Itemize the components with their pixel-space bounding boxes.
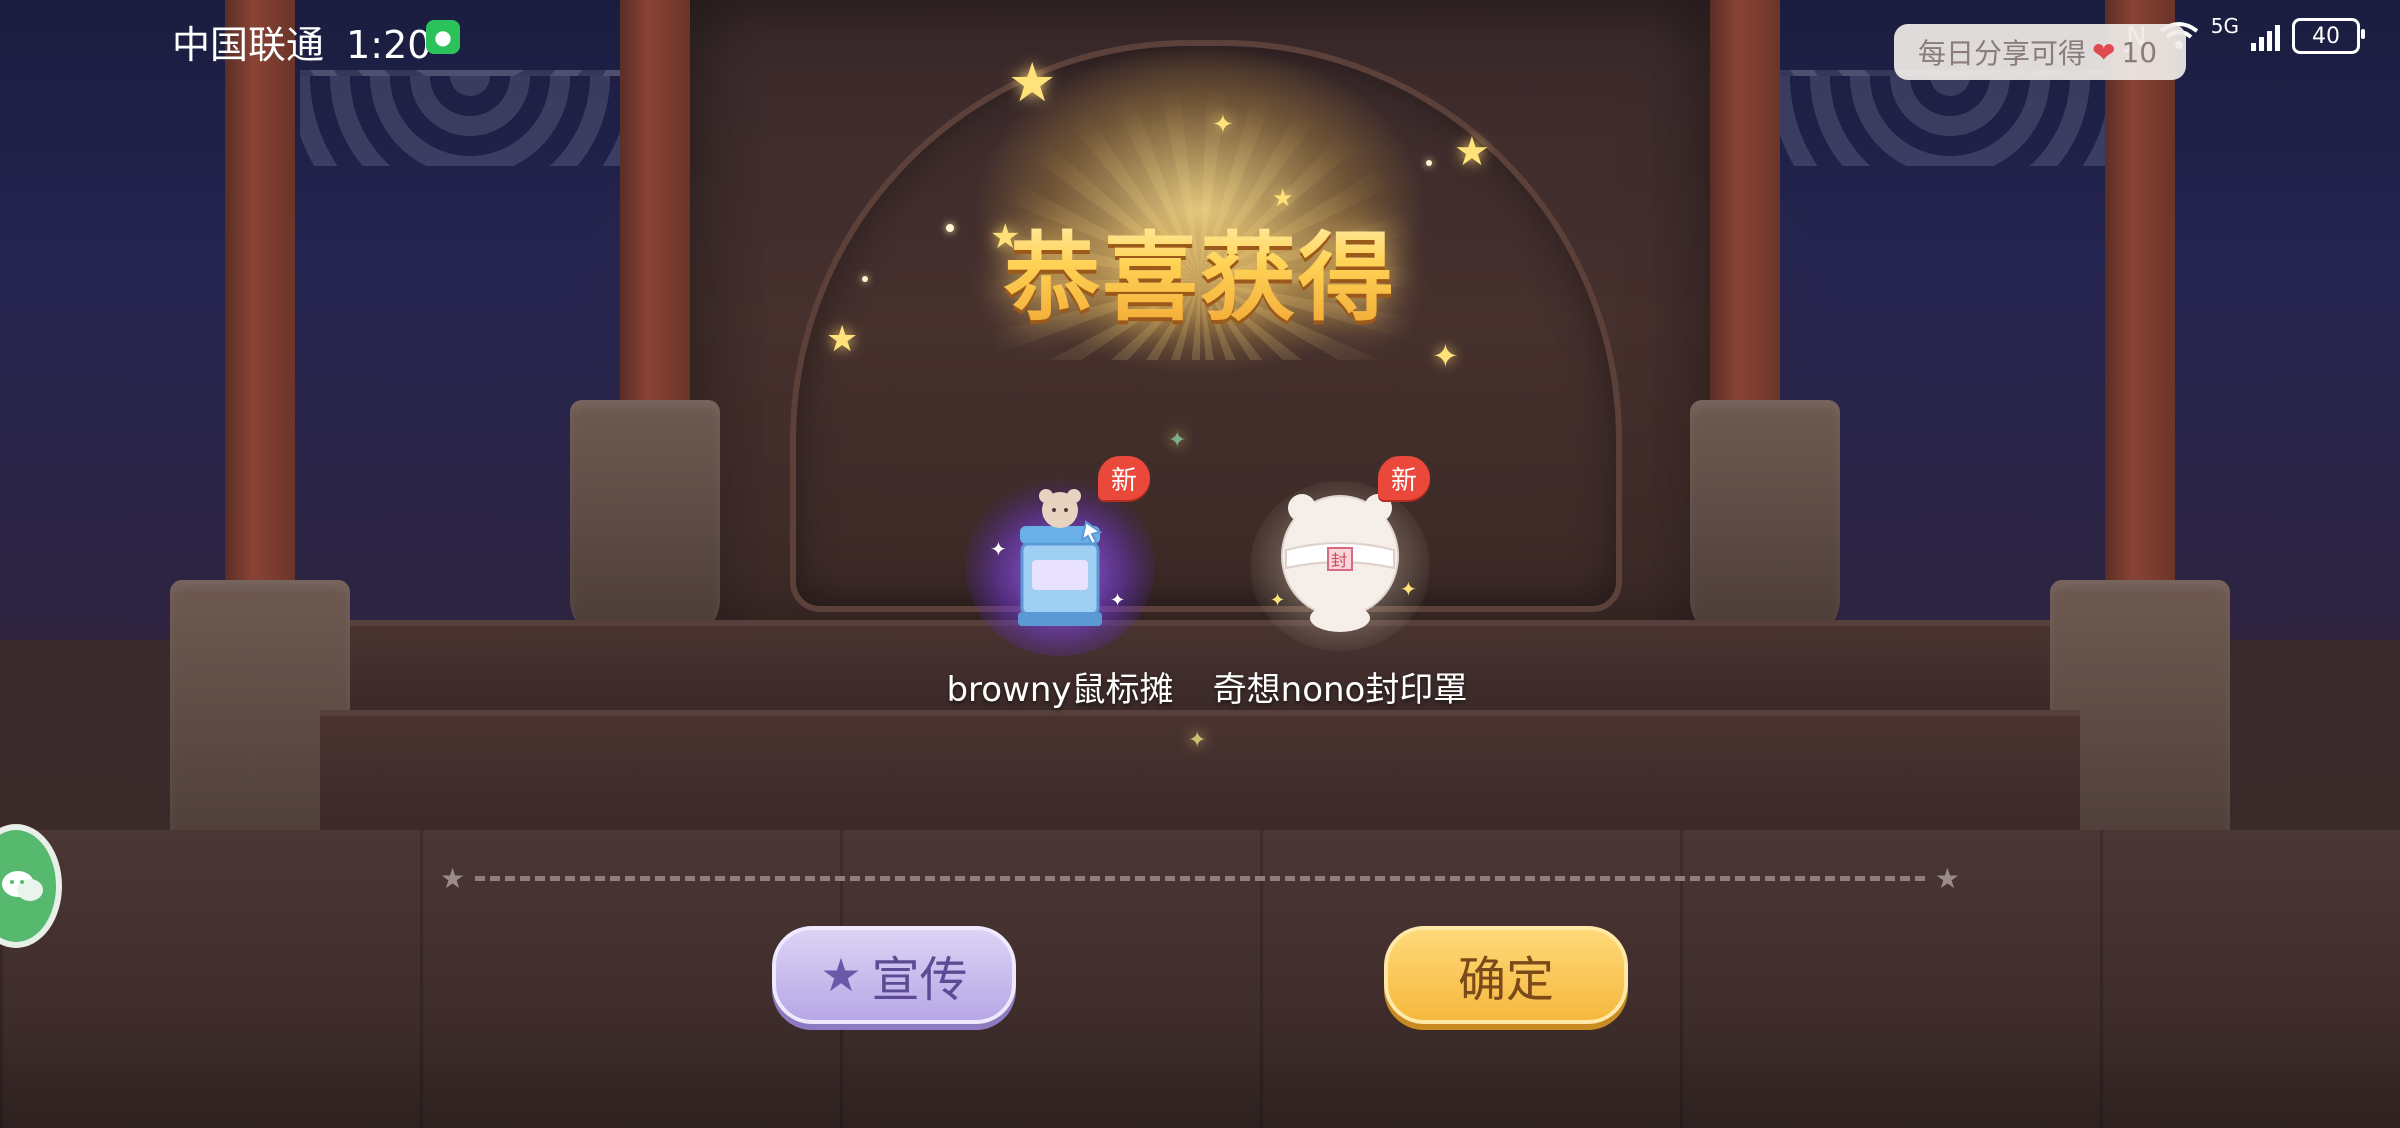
wechat-icon — [2, 871, 43, 901]
star-icon: ★ — [440, 861, 466, 895]
signal-icon — [2251, 21, 2280, 51]
svg-text:✦: ✦ — [1400, 577, 1417, 601]
curtain-right — [1780, 70, 2120, 166]
column-base — [1690, 400, 1840, 640]
sparkle-icon: ✦ — [1432, 337, 1459, 375]
seal-cover-image: 封 ✦ ✦ 新 — [1240, 456, 1440, 656]
sparkle-icon: ★ — [826, 319, 859, 360]
mouse-stall-image: ✦ ✦ 新 — [960, 456, 1160, 656]
reward-item-seal-cover[interactable]: 封 ✦ ✦ 新 奇想nono封印罩 — [1210, 456, 1470, 711]
svg-text:封: 封 — [1331, 551, 1347, 570]
star-icon: ★ — [1934, 861, 1960, 895]
sparkle-icon: ✦ — [1212, 110, 1234, 140]
reward-item-label: 奇想nono封印罩 — [1212, 670, 1468, 710]
promote-button[interactable]: ★ 宣传 — [772, 926, 1016, 1024]
sparkle-icon: ★ — [1454, 129, 1490, 175]
clock-time: 1:20 — [346, 23, 432, 67]
curtain-left — [300, 70, 640, 166]
svg-text:✦: ✦ — [1270, 590, 1285, 611]
share-tip-amount: 10 — [2121, 35, 2158, 69]
promote-button-label: 宣传 — [871, 952, 968, 1008]
share-tip-text: 每日分享可得 — [1918, 37, 2087, 70]
reward-item-mouse-stall[interactable]: ✦ ✦ 新 browny鼠标摊 — [930, 456, 1190, 711]
reward-title: 恭喜获得 — [990, 200, 1410, 339]
carrier-name: 中国联通 — [172, 23, 325, 67]
confirm-button-label: 确定 — [1457, 952, 1554, 1008]
network-type: 5G — [2210, 14, 2239, 38]
sparkle-icon: ✦ — [1168, 428, 1187, 453]
column-base — [570, 400, 720, 640]
step-upper — [350, 620, 2050, 710]
confirm-button[interactable]: 确定 — [1384, 926, 1628, 1024]
battery-level: 40 — [2312, 23, 2340, 49]
daily-share-tip[interactable]: 每日分享可得 ❤ 10 — [1894, 24, 2186, 80]
wechat-notification-icon: ● — [426, 20, 460, 54]
column — [225, 0, 295, 600]
reward-item-label: browny鼠标摊 — [946, 670, 1174, 710]
battery-icon: 40 — [2292, 18, 2365, 54]
svg-text:✦: ✦ — [990, 537, 1007, 561]
column — [2105, 0, 2175, 600]
heart-icon: ❤ — [2092, 35, 2116, 69]
star-icon: ★ — [820, 948, 862, 1002]
dashed-divider: ★ ★ — [440, 862, 1960, 895]
sparkle-icon: ✦ — [1188, 728, 1207, 753]
svg-text:✦: ✦ — [1110, 590, 1125, 611]
new-badge: 新 — [1098, 456, 1150, 500]
new-badge: 新 — [1378, 456, 1430, 500]
game-screen: ★ ★ ★ ★ ✦ ✦ ★ ✦ ✦ 恭喜获得 — [0, 0, 2400, 1128]
